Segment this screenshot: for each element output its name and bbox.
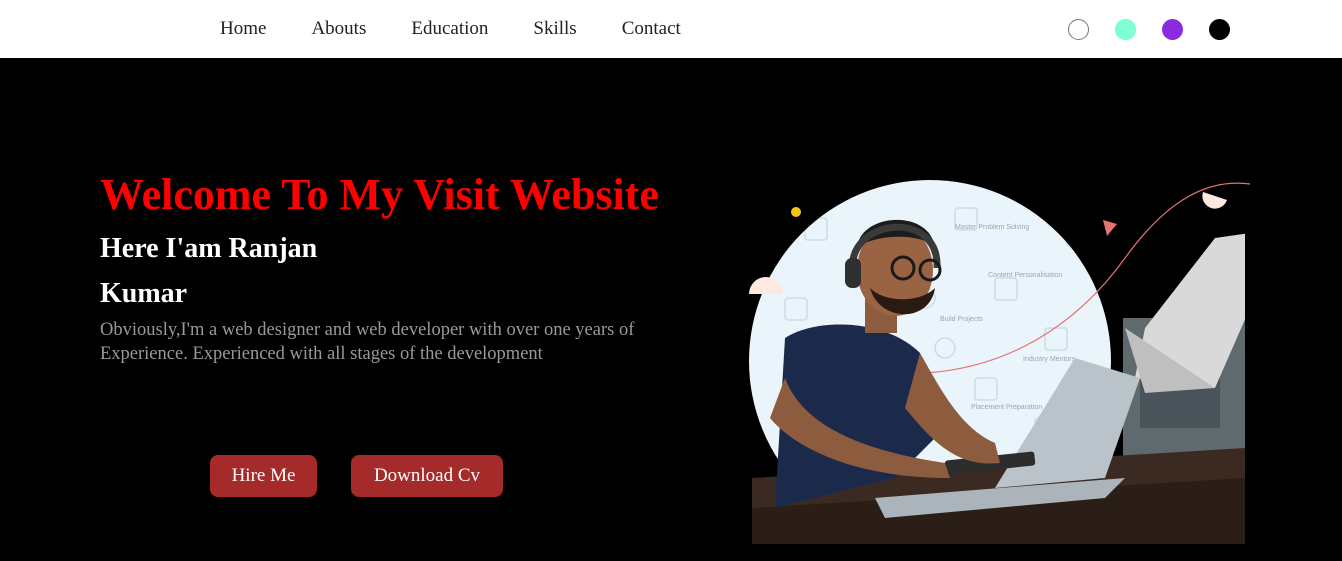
illustration-label-problem-solving: Master Problem Solving	[955, 224, 1029, 231]
theme-mint-swatch[interactable]	[1115, 19, 1136, 40]
download-cv-button[interactable]: Download Cv	[351, 455, 503, 497]
theme-purple-swatch[interactable]	[1162, 19, 1183, 40]
yellow-dot-icon	[791, 207, 801, 217]
nav-link-skills[interactable]: Skills	[533, 18, 576, 40]
theme-white-swatch[interactable]	[1068, 19, 1089, 40]
nav-link-home[interactable]: Home	[220, 18, 266, 40]
illustration-label-content: Content Personalisation	[988, 272, 1062, 279]
pink-triangle-icon	[1103, 220, 1117, 236]
nav-link-education[interactable]: Education	[411, 18, 488, 40]
theme-black-swatch[interactable]	[1209, 19, 1230, 40]
illustration-label-mentors: Industry Mentors	[1023, 356, 1076, 363]
nav-link-contact[interactable]: Contact	[622, 18, 681, 40]
hire-me-button[interactable]: Hire Me	[210, 455, 317, 497]
nav-links: Home Abouts Education Skills Contact	[220, 0, 726, 58]
hero-title: Welcome To My Visit Website	[100, 170, 659, 219]
illustration-label-build: Build Projects	[940, 316, 983, 323]
hero-illustration: Master Problem Solving Content Personali…	[749, 180, 1250, 544]
hero-section: Welcome To My Visit Website Here I'am Ra…	[100, 168, 700, 366]
illustration-label-placement: Placement Preparation	[971, 404, 1042, 411]
navbar: Home Abouts Education Skills Contact	[0, 0, 1342, 58]
nav-link-abouts[interactable]: Abouts	[311, 18, 366, 40]
hero-name: Here I'am Ranjan Kumar	[100, 233, 318, 309]
theme-switcher	[1068, 19, 1230, 40]
half-circle-right-icon	[1202, 192, 1227, 209]
hero-description: Obviously,I'm a web designer and web dev…	[100, 320, 635, 364]
